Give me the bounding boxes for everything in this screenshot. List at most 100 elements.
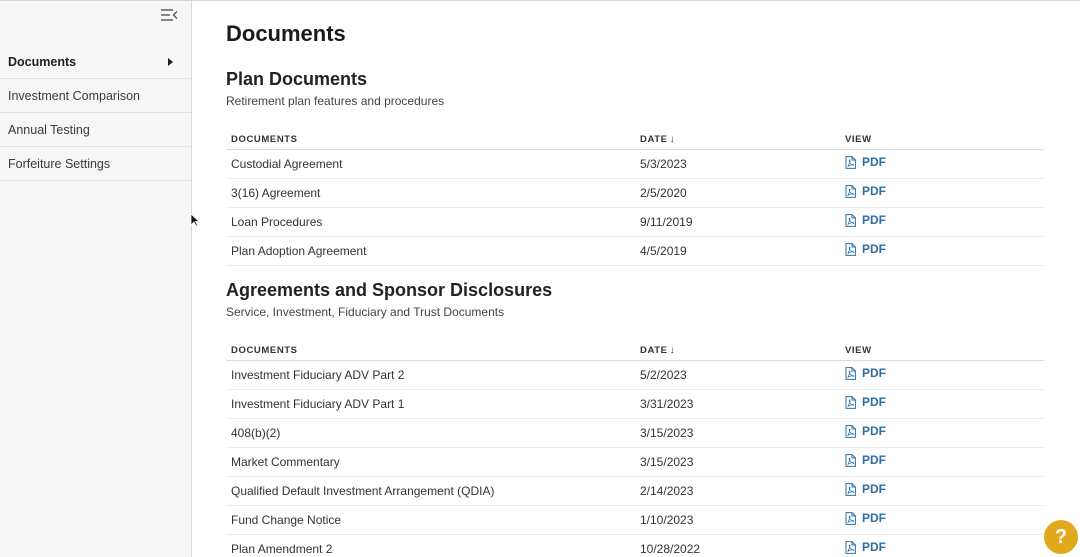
pdf-file-icon: [845, 213, 856, 227]
pdf-link[interactable]: PDF: [845, 482, 886, 496]
table-row: 408(b)(2) 3/15/2023 PDF: [226, 418, 1044, 448]
pdf-file-icon: [845, 155, 856, 169]
document-date: 3/15/2023: [635, 418, 840, 448]
collapse-menu-icon[interactable]: [160, 8, 180, 24]
view-cell: PDF: [840, 360, 1044, 390]
table-row: Investment Fiduciary ADV Part 2 5/2/2023 P…: [226, 360, 1044, 390]
pdf-link[interactable]: PDF: [845, 424, 886, 438]
document-name: Custodial Agreement: [226, 149, 635, 179]
pdf-link[interactable]: PDF: [845, 366, 886, 380]
plan-documents-section: Plan Documents Retirement plan features …: [226, 69, 1044, 266]
pdf-link-label: PDF: [862, 511, 886, 526]
view-cell: PDF: [840, 505, 1044, 535]
table-row: Custodial Agreement 5/3/2023 PDF: [226, 149, 1044, 179]
pdf-file-icon: [845, 453, 856, 467]
sidebar-item-investment-comparison[interactable]: Investment Comparison: [0, 79, 191, 113]
pdf-file-icon: [845, 482, 856, 496]
pdf-file-icon: [845, 184, 856, 198]
document-date: 10/28/2022: [635, 534, 840, 557]
sidebar-item-forfeiture-settings[interactable]: Forfeiture Settings: [0, 147, 191, 181]
sidebar-item-label: Documents: [8, 54, 77, 69]
column-header-date[interactable]: DATE ↓: [635, 127, 840, 150]
arrow-down-icon: ↓: [669, 344, 676, 356]
sidebar-item-label: Forfeiture Settings: [8, 156, 111, 171]
arrow-down-icon: ↓: [669, 133, 676, 145]
view-cell: PDF: [840, 476, 1044, 506]
mouse-pointer-icon: [190, 213, 201, 227]
column-header-label: DATE: [640, 133, 668, 145]
section-title: Plan Documents: [226, 69, 368, 89]
document-date: 1/10/2023: [635, 505, 840, 535]
view-cell: PDF: [840, 178, 1044, 208]
sidebar-item-annual-testing[interactable]: Annual Testing: [0, 113, 191, 147]
pdf-link[interactable]: PDF: [845, 395, 886, 409]
column-header-view: VIEW: [840, 338, 1044, 361]
pdf-link-label: PDF: [862, 482, 886, 497]
document-date: 3/15/2023: [635, 447, 840, 477]
document-date: 9/11/2019: [635, 207, 840, 237]
pdf-file-icon: [845, 511, 856, 525]
pdf-file-icon: [845, 395, 856, 409]
section-subtitle: Service, Investment, Fiduciary and Trust…: [226, 305, 505, 319]
pdf-link[interactable]: PDF: [845, 453, 886, 467]
pdf-link[interactable]: PDF: [845, 242, 886, 256]
column-header-documents: DOCUMENTS: [226, 127, 635, 150]
table-header-row: DOCUMENTS DATE ↓ VIEW: [226, 338, 1044, 361]
pdf-file-icon: [845, 366, 856, 380]
pdf-link-label: PDF: [862, 424, 886, 439]
sidebar: Documents Investment Comparison Annual T…: [0, 1, 192, 557]
pdf-link[interactable]: PDF: [845, 213, 886, 227]
pdf-link[interactable]: PDF: [845, 511, 886, 525]
pdf-link-label: PDF: [862, 155, 886, 170]
view-cell: PDF: [840, 534, 1044, 557]
document-name: Market Commentary: [226, 447, 635, 477]
document-date: 5/2/2023: [635, 360, 840, 390]
document-name: 408(b)(2): [226, 418, 635, 448]
documents-table: DOCUMENTS DATE ↓ VIEW Investment Fiduciar…: [226, 338, 1044, 557]
document-name: Plan Amendment 2: [226, 534, 635, 557]
pdf-link[interactable]: PDF: [845, 540, 886, 554]
document-date: 5/3/2023: [635, 149, 840, 179]
section-title: Agreements and Sponsor Disclosures: [226, 280, 553, 300]
document-name: Loan Procedures: [226, 207, 635, 237]
pdf-link[interactable]: PDF: [845, 184, 886, 198]
table-row: Plan Adoption Agreement 4/5/2019 PDF: [226, 236, 1044, 266]
agreements-disclosures-section: Agreements and Sponsor Disclosures Servi…: [226, 280, 1044, 557]
column-header-view: VIEW: [840, 127, 1044, 150]
sidebar-nav: Documents Investment Comparison Annual T…: [0, 45, 191, 181]
sidebar-item-documents[interactable]: Documents: [0, 45, 191, 79]
table-row: Qualified Default Investment Arrangement…: [226, 476, 1044, 506]
table-row: Market Commentary 3/15/2023 PDF: [226, 447, 1044, 477]
sidebar-item-label: Annual Testing: [8, 122, 90, 137]
caret-right-icon: [168, 57, 173, 66]
document-date: 2/5/2020: [635, 178, 840, 208]
document-name: 3(16) Agreement: [226, 178, 635, 208]
pdf-link[interactable]: PDF: [845, 155, 886, 169]
sidebar-item-label: Investment Comparison: [8, 88, 141, 103]
view-cell: PDF: [840, 418, 1044, 448]
table-row: Plan Amendment 2 10/28/2022 PDF: [226, 534, 1044, 557]
view-cell: PDF: [840, 389, 1044, 419]
pdf-file-icon: [845, 540, 856, 554]
column-header-label: DATE: [640, 344, 668, 356]
document-name: Investment Fiduciary ADV Part 2: [226, 360, 635, 390]
section-subtitle: Retirement plan features and procedures: [226, 94, 445, 108]
column-header-date[interactable]: DATE ↓: [635, 338, 840, 361]
pdf-file-icon: [845, 242, 856, 256]
pdf-link-label: PDF: [862, 184, 886, 199]
document-date: 4/5/2019: [635, 236, 840, 266]
document-name: Investment Fiduciary ADV Part 1: [226, 389, 635, 419]
table-row: Fund Change Notice 1/10/2023 PDF: [226, 505, 1044, 535]
table-row: 3(16) Agreement 2/5/2020 PDF: [226, 178, 1044, 208]
pdf-link-label: PDF: [862, 540, 886, 555]
help-button[interactable]: ?: [1044, 520, 1078, 554]
column-header-documents: DOCUMENTS: [226, 338, 635, 361]
pdf-link-label: PDF: [862, 366, 886, 381]
table-row: Loan Procedures 9/11/2019 PDF: [226, 207, 1044, 237]
document-date: 3/31/2023: [635, 389, 840, 419]
table-row: Investment Fiduciary ADV Part 1 3/31/2023…: [226, 389, 1044, 419]
pdf-link-label: PDF: [862, 213, 886, 228]
table-header-row: DOCUMENTS DATE ↓ VIEW: [226, 127, 1044, 150]
documents-table: DOCUMENTS DATE ↓ VIEW Custodial Agreement…: [226, 127, 1044, 266]
document-name: Qualified Default Investment Arrangement…: [226, 476, 635, 506]
